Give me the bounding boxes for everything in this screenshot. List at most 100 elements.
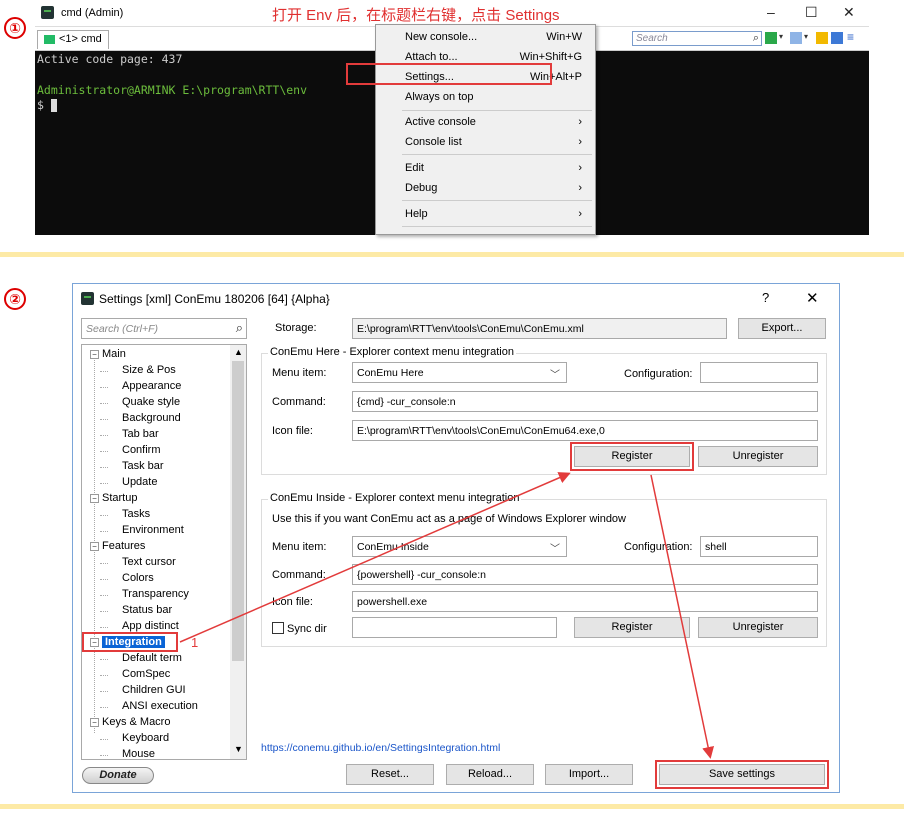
help-button[interactable]: ?	[762, 290, 769, 305]
inside-config-field[interactable]: shell	[700, 536, 818, 557]
inside-command-field[interactable]: {powershell} -cur_console:n	[352, 564, 818, 585]
dropdown-arrow-icon[interactable]: ▾	[779, 32, 785, 44]
tree-branch-line	[100, 483, 108, 484]
menu-item-edit[interactable]: Edit ›	[376, 158, 595, 178]
dialog-close-button[interactable]: ✕	[806, 289, 819, 307]
close-button[interactable]: ✕	[843, 4, 855, 21]
here-menu-item-value: ConEmu Here	[357, 367, 424, 379]
console-search-input[interactable]: Search ⌕	[632, 31, 762, 46]
new-console-icon[interactable]	[765, 32, 777, 44]
sync-dir-field[interactable]	[352, 617, 557, 638]
conemu-here-title: ConEmu Here - Explorer context menu inte…	[268, 346, 516, 358]
tree-branch-line	[100, 403, 108, 404]
settings-search-input[interactable]: Search (Ctrl+F) ⌕	[81, 318, 247, 339]
menu-separator	[402, 110, 592, 111]
menu-item-help[interactable]: Help ›	[376, 204, 595, 224]
tree-branch-line	[100, 611, 108, 612]
collapse-icon[interactable]: −	[90, 542, 99, 551]
dropdown-arrow-icon-2[interactable]: ▾	[804, 32, 810, 44]
split-view-icon[interactable]	[790, 32, 802, 44]
tree-scroll-thumb[interactable]	[232, 361, 244, 661]
tree-item-label: Text cursor	[122, 556, 176, 568]
inside-command-label: Command:	[272, 569, 326, 581]
inside-register-button[interactable]: Register	[574, 617, 690, 638]
minimize-button[interactable]: –	[767, 4, 775, 20]
reload-button[interactable]: Reload...	[446, 764, 534, 785]
scroll-down-icon[interactable]: ▼	[234, 744, 243, 754]
tree-item-label: Colors	[122, 572, 154, 584]
cmd-tab-icon	[44, 34, 55, 44]
inside-icon-label: Icon file:	[272, 596, 313, 608]
inside-icon-field[interactable]: powershell.exe	[352, 591, 818, 612]
tree-branch-line	[100, 419, 108, 420]
inside-config-label: Configuration:	[624, 541, 693, 553]
tree-item-label: Quake style	[122, 396, 181, 408]
register-highlight-box	[570, 442, 694, 471]
tree-branch-line	[100, 707, 108, 708]
title-context-menu: New console... Win+W Attach to... Win+Shif…	[375, 24, 596, 235]
settings-tree[interactable]: − Main Size & Pos Appearance Quake style Back…	[81, 344, 247, 760]
here-config-field[interactable]	[700, 362, 818, 383]
tree-item-label: Environment	[122, 524, 184, 536]
tree-scrollbar[interactable]: ▲ ▼	[230, 345, 246, 759]
menu-item-active-console[interactable]: Active console ›	[376, 112, 595, 132]
tree-branch-line	[100, 387, 108, 388]
collapse-icon[interactable]: −	[90, 350, 99, 359]
tree-branch-line	[100, 579, 108, 580]
lock-icon[interactable]	[816, 32, 828, 44]
here-command-field[interactable]: {cmd} -cur_console:n	[352, 391, 818, 412]
menu-item-console-list[interactable]: Console list ›	[376, 132, 595, 152]
step-1-badge: ①	[4, 17, 26, 39]
tree-branch-line	[100, 563, 108, 564]
tree-branch-line	[100, 659, 108, 660]
search-icon[interactable]: ⌕	[753, 32, 759, 45]
settings-dialog: Settings [xml] ConEmu 180206 [64] {Alpha…	[72, 283, 840, 793]
tree-item-label: Default term	[122, 652, 182, 664]
menu-item-always-on-top[interactable]: Always on top	[376, 87, 595, 107]
scroll-up-icon[interactable]: ▲	[234, 347, 243, 357]
export-button[interactable]: Export...	[738, 318, 826, 339]
tree-branch-line	[100, 739, 108, 740]
tree-item-label: ComSpec	[122, 668, 171, 680]
console-tab-label: <1> cmd	[59, 33, 102, 45]
tree-item-label: Tab bar	[122, 428, 159, 440]
tree-item-label: App distinct	[122, 620, 179, 632]
storage-path-field[interactable]: E:\program\RTT\env\tools\ConEmu\ConEmu.x…	[352, 318, 727, 339]
inside-unregister-button[interactable]: Unregister	[698, 617, 818, 638]
console-tab[interactable]: <1> cmd	[37, 30, 109, 49]
inside-menu-item-label: Menu item:	[272, 541, 327, 553]
tree-item-label: Mouse	[122, 748, 156, 760]
settings-highlight-box	[346, 63, 552, 85]
search-icon-2[interactable]: ⌕	[236, 320, 243, 336]
here-menu-item-select[interactable]: ConEmu Here ﹀	[352, 362, 567, 383]
tree-item-label: Size & Pos	[122, 364, 176, 376]
tree-branch-line	[100, 435, 108, 436]
console-title-bar[interactable]: cmd (Admin) 打开 Env 后，在标题栏右键，点击 Settings …	[35, 0, 869, 27]
maximize-button[interactable]: ☐	[805, 4, 818, 21]
save-highlight-box	[655, 760, 829, 789]
sync-dir-checkbox[interactable]	[272, 622, 284, 634]
donate-button[interactable]: Donate	[82, 767, 154, 784]
step-marker-1: 1	[191, 635, 199, 650]
inside-menu-item-select[interactable]: ConEmu Inside ﹀	[352, 536, 567, 557]
here-command-label: Command:	[272, 396, 326, 408]
collapse-icon[interactable]: −	[90, 718, 99, 727]
tree-item-label: Status bar	[122, 604, 173, 616]
text-cursor	[50, 99, 57, 112]
import-button[interactable]: Import...	[545, 764, 633, 785]
menu-icon[interactable]: ≡	[847, 30, 859, 44]
dialog-title-bar[interactable]: Settings [xml] ConEmu 180206 [64] {Alpha…	[73, 284, 839, 314]
help-link[interactable]: https://conemu.github.io/en/SettingsInte…	[261, 742, 500, 754]
collapse-icon[interactable]: −	[90, 494, 99, 503]
menu-item-debug[interactable]: Debug ›	[376, 178, 595, 198]
reset-button[interactable]: Reset...	[346, 764, 434, 785]
tree-branch-line	[100, 691, 108, 692]
menu-item-new-console[interactable]: New console... Win+W	[376, 27, 595, 47]
here-icon-label: Icon file:	[272, 425, 313, 437]
here-unregister-button[interactable]: Unregister	[698, 446, 818, 467]
here-icon-field[interactable]: E:\program\RTT\env\tools\ConEmu\ConEmu64…	[352, 420, 818, 441]
tree-branch-line	[100, 467, 108, 468]
settings-search-placeholder: Search (Ctrl+F)	[86, 323, 159, 335]
chevron-down-icon: ﹀	[550, 370, 560, 381]
window-icon[interactable]	[831, 32, 843, 44]
